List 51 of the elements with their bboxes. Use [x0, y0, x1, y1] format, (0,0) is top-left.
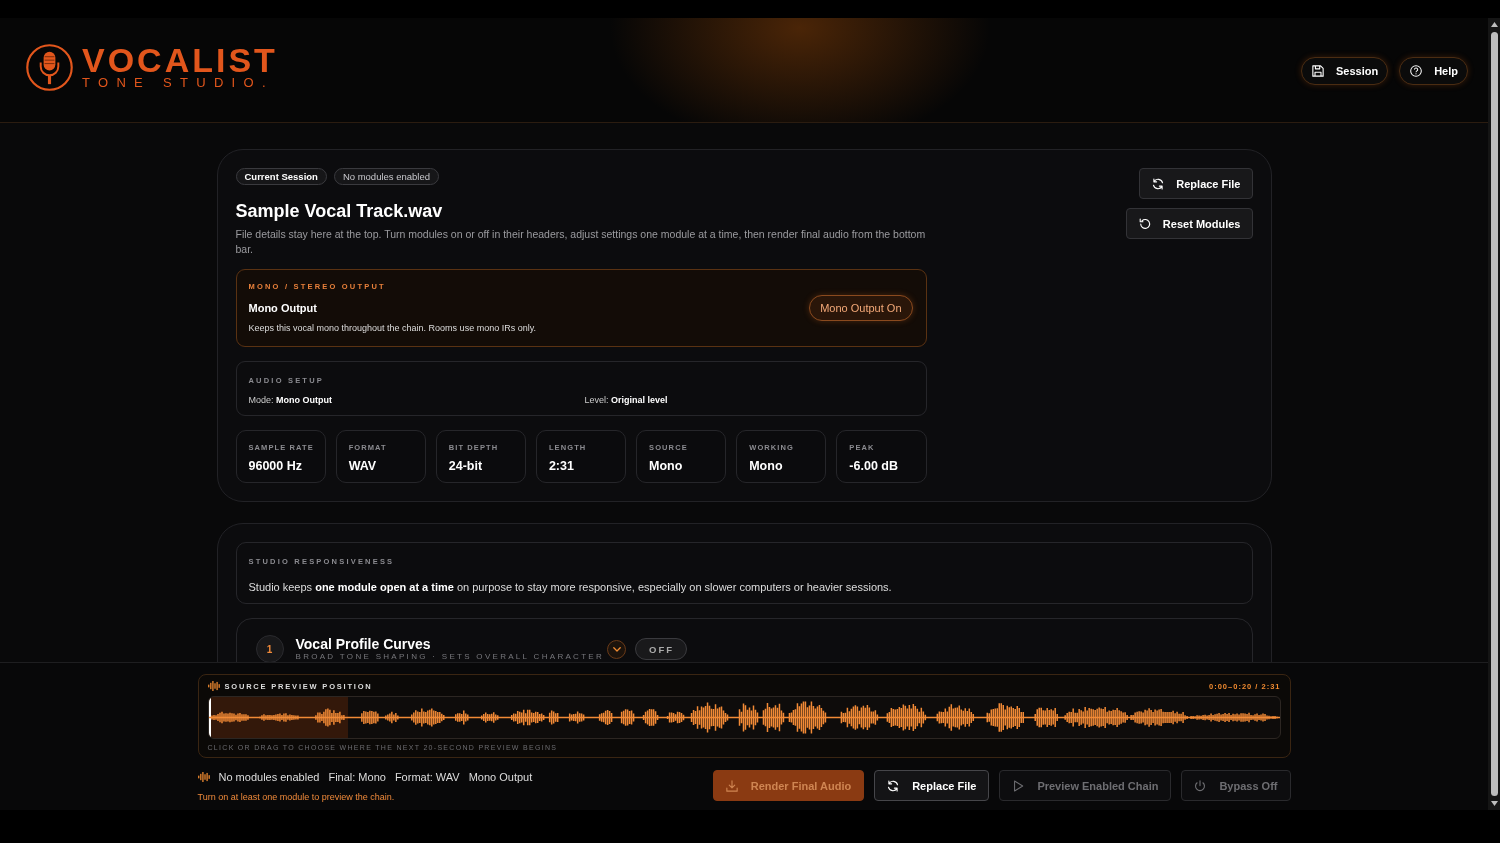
status-text: Mono Output [468, 770, 533, 784]
scrollbar-track[interactable] [1488, 18, 1500, 810]
status-message: Turn on at least one module to preview the chain. [197, 792, 396, 803]
module-subtitle: BROAD TONE SHAPING · SETS OVERALL CHARACTER [295, 652, 605, 662]
stat-value: -6.00 dB [849, 459, 899, 474]
file-title: Sample Vocal Track.wav [235, 200, 444, 223]
chevron-down-icon [612, 646, 621, 652]
waveform-icon [207, 681, 220, 691]
reset-modules-button[interactable]: Reset Modules [1125, 208, 1253, 239]
setup-detail: Level: Original level [584, 394, 668, 406]
microphone-logo-icon [26, 44, 73, 91]
refresh-icon [887, 779, 900, 792]
stat-value: 24-bit [448, 459, 484, 474]
help-icon [1410, 65, 1423, 77]
status-text: Final: Mono [328, 770, 386, 784]
mono-output-toggle[interactable]: Mono Output On [809, 295, 913, 321]
expand-button[interactable] [607, 639, 627, 659]
rotate-left-icon [1138, 217, 1151, 230]
scroll-up-icon[interactable] [1490, 22, 1498, 27]
replace-file-button[interactable]: Replace File [1139, 168, 1253, 199]
scroll-down-icon[interactable] [1490, 801, 1498, 806]
setup-detail: Mode: Mono Output [248, 394, 332, 406]
preview-window-highlight[interactable] [208, 697, 348, 738]
stat-value: Mono [649, 459, 684, 474]
status-text: No modules enabled [218, 770, 320, 784]
status-text: Format: WAV [394, 770, 460, 784]
stat-value: 2:31 [548, 459, 575, 474]
file-description: File details stay here at the top. Turn modules on or off in their headers, adjust settings one module at a time, then render final audio from the bottom bar. [235, 227, 927, 257]
module-power-toggle[interactable]: OFF [635, 638, 688, 660]
help-button[interactable]: Help [1399, 57, 1468, 85]
output-description: Keeps this vocal mono throughout the chain. Rooms use mono IRs only. [248, 322, 536, 334]
status-badge: No modules enabled [333, 168, 440, 185]
stat-value: 96000 Hz [248, 459, 303, 474]
logo-subtitle: TONE STUDIO. [82, 76, 275, 90]
session-badge: Current Session [235, 168, 327, 185]
replace-file-button[interactable]: Replace File [874, 770, 990, 801]
module-number: 1 [255, 635, 284, 662]
download-icon [725, 779, 738, 792]
notice-text: Studio keeps one module open at a time on purpose to stay more responsive, especially on slower computers or heavier sessions. [248, 580, 893, 594]
waveform-icon [197, 772, 210, 782]
session-button[interactable]: Session [1300, 57, 1389, 85]
refresh-icon [1152, 177, 1165, 190]
output-title: Mono Output [248, 301, 318, 315]
logo-title: VOCALIST [82, 45, 278, 75]
power-icon [1194, 779, 1207, 792]
save-icon [1311, 65, 1324, 77]
stat-value: Mono [749, 459, 784, 474]
stat-value: WAV [348, 459, 378, 474]
play-icon [1012, 779, 1025, 792]
module-title: Vocal Profile Curves [295, 636, 432, 652]
scrollbar-thumb[interactable] [1490, 32, 1498, 796]
